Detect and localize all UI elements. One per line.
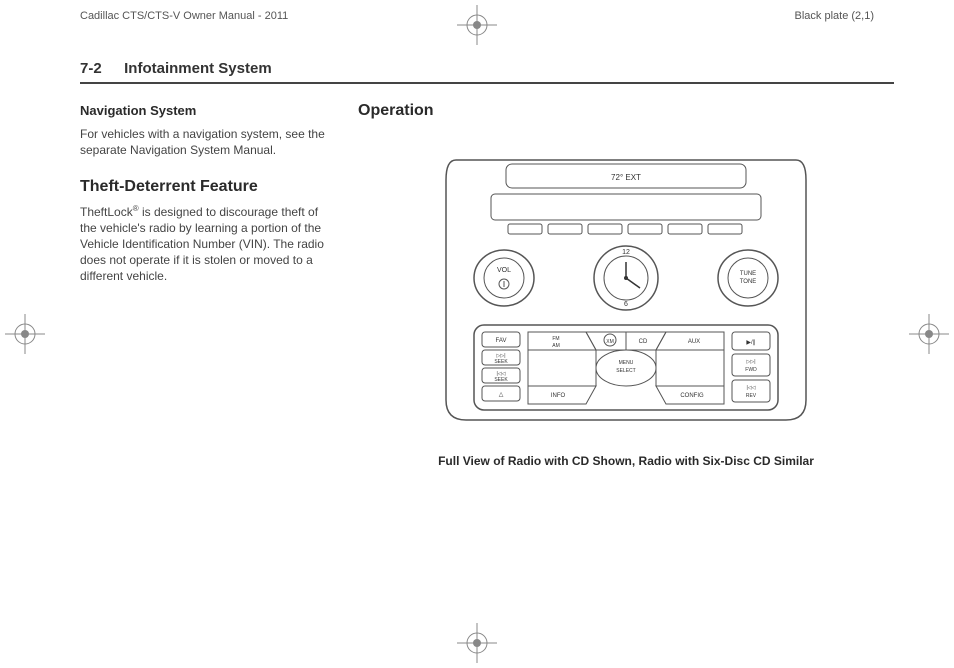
svg-text:VOL: VOL xyxy=(497,267,511,274)
svg-text:12: 12 xyxy=(622,249,630,256)
nav-body: For vehicles with a navigation system, s… xyxy=(80,126,330,158)
operation-heading: Operation xyxy=(358,102,894,120)
svg-text:|◁◁: |◁◁ xyxy=(747,385,756,391)
right-column: Operation 72° EXT xyxy=(358,102,894,468)
tune-tone-knob: TUNE TONE xyxy=(718,250,778,306)
svg-text:SEEK: SEEK xyxy=(494,377,508,383)
radio-figure: 72° EXT xyxy=(436,150,816,430)
plate-label: Black plate (2,1) xyxy=(795,10,874,22)
svg-text:REV: REV xyxy=(746,393,757,399)
svg-text:TONE: TONE xyxy=(740,279,757,285)
svg-text:CONFIG: CONFIG xyxy=(680,393,704,399)
svg-text:INFO: INFO xyxy=(551,393,566,399)
figure-caption: Full View of Radio with CD Shown, Radio … xyxy=(438,454,814,468)
svg-text:AUX: AUX xyxy=(688,339,700,345)
svg-text:CD: CD xyxy=(639,339,648,345)
crop-mark-bottom xyxy=(457,623,497,663)
volume-knob: VOL xyxy=(474,250,534,306)
svg-text:SEEK: SEEK xyxy=(494,359,508,365)
preset-buttons xyxy=(508,224,742,234)
svg-text:FM: FM xyxy=(552,336,559,342)
theft-heading: Theft-Deterrent Feature xyxy=(80,176,330,198)
crop-mark-left xyxy=(5,314,45,354)
page-body: 7-2 Infotainment System Navigation Syste… xyxy=(80,60,894,628)
svg-text:▶/∥: ▶/∥ xyxy=(746,339,755,346)
svg-text:△: △ xyxy=(499,392,504,398)
svg-text:TUNE: TUNE xyxy=(740,271,756,277)
svg-text:FAV: FAV xyxy=(496,338,507,344)
section-title: Infotainment System xyxy=(124,60,272,77)
theft-body: TheftLock® is designed to discourage the… xyxy=(80,204,330,285)
svg-text:XM: XM xyxy=(606,339,614,345)
clock-dial: 12 6 xyxy=(594,246,658,310)
nav-heading: Navigation System xyxy=(80,102,330,120)
document-header: Cadillac CTS/CTS-V Owner Manual - 2011 B… xyxy=(80,10,874,22)
manual-title: Cadillac CTS/CTS-V Owner Manual - 2011 xyxy=(80,10,288,22)
svg-text:▷▷|: ▷▷| xyxy=(747,359,756,365)
section-header: 7-2 Infotainment System xyxy=(80,60,894,84)
svg-text:AM: AM xyxy=(552,343,560,349)
section-number: 7-2 xyxy=(80,60,102,77)
left-column: Navigation System For vehicles with a na… xyxy=(80,102,330,468)
svg-text:SELECT: SELECT xyxy=(616,368,635,374)
svg-text:6: 6 xyxy=(624,301,628,308)
svg-text:MENU: MENU xyxy=(619,360,634,366)
crop-mark-right xyxy=(909,314,949,354)
theft-body-pre: TheftLock xyxy=(80,205,133,219)
ext-temp-label: 72° EXT xyxy=(611,173,641,182)
svg-text:FWD: FWD xyxy=(745,367,757,373)
